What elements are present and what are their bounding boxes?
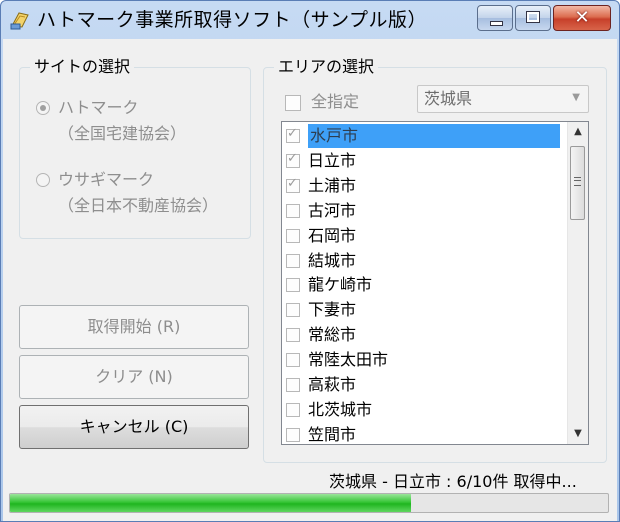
city-label: 龍ケ崎市 (308, 275, 373, 295)
city-list-item[interactable]: 高萩市 (282, 373, 562, 397)
radio-label: ウサギマーク (58, 170, 155, 189)
maximize-icon (526, 11, 540, 23)
city-checkbox[interactable] (286, 402, 300, 417)
city-checkbox[interactable] (286, 228, 300, 243)
city-checkbox[interactable] (286, 378, 300, 392)
city-checkbox[interactable] (286, 126, 300, 143)
city-list-item[interactable]: 龍ケ崎市 (282, 273, 562, 297)
title-bar[interactable]: ハトマーク事業所取得ソフト（サンプル版） ✕ (1, 1, 619, 41)
select-all-label: 全指定 (311, 92, 360, 111)
site-selection-legend: サイトの選択 (30, 56, 135, 78)
city-list-item[interactable]: 下妻市 (282, 298, 562, 322)
city-checkbox[interactable] (286, 303, 300, 318)
scroll-up-arrow-icon[interactable]: ▲ (568, 122, 588, 142)
app-icon (10, 12, 29, 30)
city-checkbox[interactable] (286, 427, 300, 442)
city-label: 笠間市 (308, 424, 357, 444)
city-list-item[interactable]: 結城市 (282, 249, 562, 273)
chevron-down-icon: ▼ (572, 92, 580, 103)
start-button[interactable]: 取得開始 (R) (19, 305, 249, 349)
city-list-item[interactable]: 日立市 (282, 149, 562, 173)
city-label: 高萩市 (308, 375, 357, 394)
city-label: 下妻市 (308, 300, 357, 320)
city-list-item[interactable]: 土浦市 (282, 174, 562, 198)
city-label: 古河市 (308, 200, 357, 220)
radio-button[interactable] (36, 101, 50, 115)
city-list-item[interactable]: 石岡市 (282, 224, 562, 248)
city-list-item[interactable]: 古河市 (282, 199, 562, 223)
scroll-thumb[interactable] (570, 146, 585, 220)
radio-sublabel: （全国宅建協会） (58, 124, 187, 143)
city-checkbox[interactable] (286, 253, 300, 268)
city-list-item[interactable]: 北茨城市 (282, 398, 562, 422)
minimize-button[interactable] (477, 5, 513, 31)
city-label: 常総市 (308, 325, 357, 345)
minimize-icon (490, 21, 503, 26)
scroll-down-arrow-icon[interactable]: ▼ (568, 424, 588, 444)
city-list-item[interactable]: 常総市 (282, 323, 562, 347)
city-checkbox[interactable] (286, 203, 300, 218)
city-list-item[interactable]: 水戸市 (282, 124, 562, 148)
status-text: 茨城県 - 日立市 : 6/10件 取得中... (329, 472, 577, 491)
client-area: サイトの選択 ハトマーク （全国宅建協会） ウサギマーク （全日本不動産協会） … (3, 39, 617, 521)
city-label: 結城市 (308, 250, 357, 270)
vertical-scrollbar[interactable]: ▲ ▼ (567, 122, 588, 444)
city-label: 北茨城市 (308, 399, 373, 419)
city-label: 土浦市 (308, 175, 357, 195)
close-button[interactable]: ✕ (553, 5, 611, 31)
window-title: ハトマーク事業所取得ソフト（サンプル版） (37, 9, 428, 31)
select-all-checkbox[interactable] (285, 95, 301, 111)
city-checkbox[interactable] (286, 353, 300, 368)
prefecture-dropdown[interactable]: 茨城県 ▼ (417, 85, 589, 113)
site-selection-group: サイトの選択 ハトマーク （全国宅建協会） ウサギマーク （全日本不動産協会） (19, 56, 251, 239)
city-checkbox[interactable] (286, 278, 300, 293)
city-label: 石岡市 (308, 225, 357, 245)
city-list-item[interactable]: 常陸太田市 (282, 348, 562, 372)
cancel-button[interactable]: キャンセル (C) (19, 405, 249, 449)
grip-icon (574, 177, 581, 186)
radio-label: ハトマーク (58, 98, 139, 117)
app-window: ハトマーク事業所取得ソフト（サンプル版） ✕ サイトの選択 ハトマーク （全国宅… (0, 0, 620, 522)
radio-sublabel: （全日本不動産協会） (58, 196, 219, 215)
city-label: 常陸太田市 (308, 350, 389, 370)
close-icon: ✕ (574, 7, 590, 28)
area-selection-legend: エリアの選択 (274, 56, 379, 78)
city-checkbox[interactable] (286, 176, 300, 193)
clear-button[interactable]: クリア (N) (19, 355, 249, 399)
city-checkbox[interactable] (286, 151, 300, 168)
radio-button[interactable] (36, 173, 50, 187)
progress-bar (9, 493, 609, 513)
maximize-button[interactable] (515, 5, 551, 31)
progress-fill (10, 494, 411, 512)
city-checkbox[interactable] (286, 328, 300, 343)
city-label: 水戸市 (308, 124, 560, 148)
city-label: 日立市 (308, 150, 357, 170)
city-list-item[interactable]: 笠間市 (282, 423, 562, 444)
prefecture-value: 茨城県 (424, 89, 473, 108)
city-checklist[interactable]: 水戸市日立市土浦市古河市石岡市結城市龍ケ崎市下妻市常総市常陸太田市高萩市北茨城市… (281, 121, 589, 445)
